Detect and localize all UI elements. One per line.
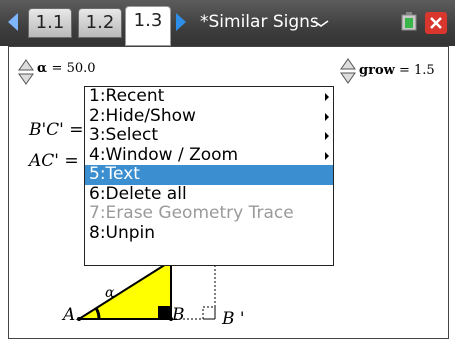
menu-item-recent[interactable]: 1:Recent bbox=[85, 86, 333, 107]
angle-alpha-label: α bbox=[105, 285, 115, 301]
tab-1-1[interactable]: 1.1 bbox=[28, 8, 72, 38]
tab-bar: 1.1 1.2 1.3 *Similar Signs bbox=[0, 0, 455, 46]
battery-icon bbox=[401, 12, 417, 31]
submenu-arrow-icon bbox=[325, 132, 329, 140]
menu-item-unpin[interactable]: 8:Unpin bbox=[85, 223, 333, 244]
grow-slider-arrows-icon[interactable] bbox=[340, 58, 356, 84]
right-angle-marker bbox=[202, 306, 216, 320]
menu-item-window-zoom[interactable]: 4:Window / Zoom bbox=[85, 145, 333, 166]
alpha-slider-label: α = 50.0 bbox=[37, 61, 96, 76]
menu-item-delete-all[interactable]: 6:Delete all bbox=[85, 184, 333, 205]
close-icon[interactable] bbox=[425, 12, 447, 34]
menu-item-erase-geometry-trace: 7:Erase Geometry Trace bbox=[89, 203, 294, 223]
tab-1-3[interactable]: 1.3 bbox=[125, 6, 171, 46]
alpha-slider-arrows-icon[interactable] bbox=[18, 59, 34, 85]
submenu-arrow-icon bbox=[325, 93, 329, 101]
tab-1-2[interactable]: 1.2 bbox=[78, 8, 122, 38]
document-title[interactable]: *Similar Signs bbox=[200, 12, 319, 32]
context-menu: 1:Recent 2:Hide/Show 3:Select 4:Window /… bbox=[84, 86, 334, 266]
tab-scroll-left-icon[interactable] bbox=[8, 13, 18, 31]
point-a-label: A bbox=[63, 305, 76, 325]
menu-item-select[interactable]: 3:Select bbox=[85, 125, 333, 146]
grow-slider-label: grow = 1.5 bbox=[359, 63, 435, 78]
ac-measurement-label: AC' = bbox=[29, 151, 79, 171]
bc-measurement-label: B'C' = bbox=[29, 120, 84, 140]
point-b-label: B bbox=[172, 305, 185, 325]
menu-item-text[interactable]: 5:Text bbox=[85, 164, 333, 185]
chevron-down-icon[interactable] bbox=[313, 20, 329, 28]
submenu-arrow-icon bbox=[325, 112, 329, 121]
tab-scroll-right-icon[interactable] bbox=[176, 13, 186, 31]
menu-item-hide-show[interactable]: 2:Hide/Show bbox=[85, 106, 333, 127]
point-b-prime-label: B ' bbox=[222, 309, 245, 329]
triangle-abc[interactable] bbox=[75, 259, 172, 320]
submenu-arrow-icon bbox=[325, 151, 329, 160]
